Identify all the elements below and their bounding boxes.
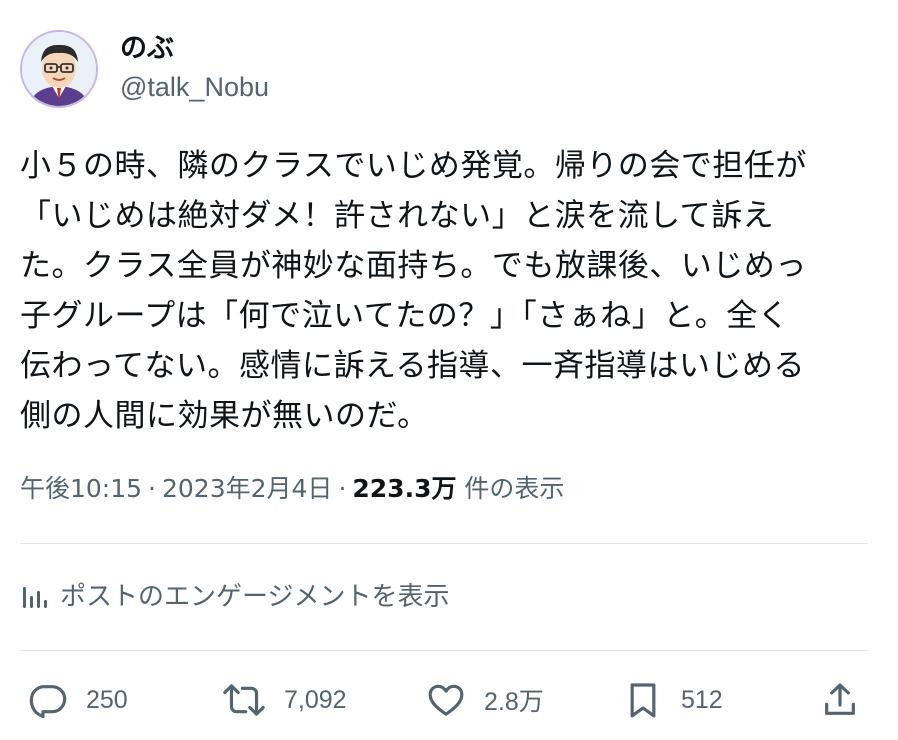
tweet-date[interactable]: 2023年2月4日 [162, 474, 332, 503]
divider [20, 650, 868, 651]
tweet-header: のぶ @talk_Nobu [20, 30, 269, 108]
like-button[interactable]: 2.8万 [426, 672, 544, 728]
bookmark-button[interactable]: 512 [623, 672, 723, 728]
user-names: のぶ @talk_Nobu [120, 31, 269, 107]
divider [20, 543, 868, 544]
tweet-text: 小５の時、隣のクラスでいじめ発覚。帰りの会で担任が 「いじめは絶対ダメ！許されな… [20, 148, 807, 434]
repost-count: 7,092 [284, 685, 347, 714]
avatar-illustration [22, 32, 96, 106]
repost-button[interactable]: 7,092 [222, 672, 347, 728]
heart-icon [428, 684, 464, 716]
reply-icon [29, 685, 67, 719]
reply-count: 250 [86, 685, 128, 714]
meta-separator: · [338, 474, 347, 503]
avatar[interactable] [20, 30, 98, 108]
repost-icon [223, 684, 265, 716]
view-engagement-label: ポストのエンゲージメントを表示 [60, 582, 450, 612]
like-count: 2.8万 [484, 688, 544, 716]
action-bar: 250 7,092 2.8万 512 [28, 672, 868, 728]
view-engagement-link[interactable]: ポストのエンゲージメントを表示 [20, 577, 449, 617]
reply-button[interactable]: 250 [28, 672, 128, 728]
views-label: 件の表示 [464, 474, 565, 503]
bookmark-count: 512 [681, 685, 723, 714]
share-button[interactable] [820, 672, 860, 728]
views-count: 223.3万 [352, 474, 457, 503]
meta-separator: · [148, 474, 156, 503]
user-handle[interactable]: @talk_Nobu [120, 67, 269, 107]
tweet-meta: 午後10:15 · 2023年2月4日 · 223.3万 件の表示 [20, 470, 564, 508]
display-name[interactable]: のぶ [120, 31, 269, 67]
share-icon [825, 683, 855, 715]
tweet-time[interactable]: 午後10:15 [20, 474, 142, 503]
bookmark-icon [630, 683, 656, 718]
analytics-icon [23, 587, 47, 608]
